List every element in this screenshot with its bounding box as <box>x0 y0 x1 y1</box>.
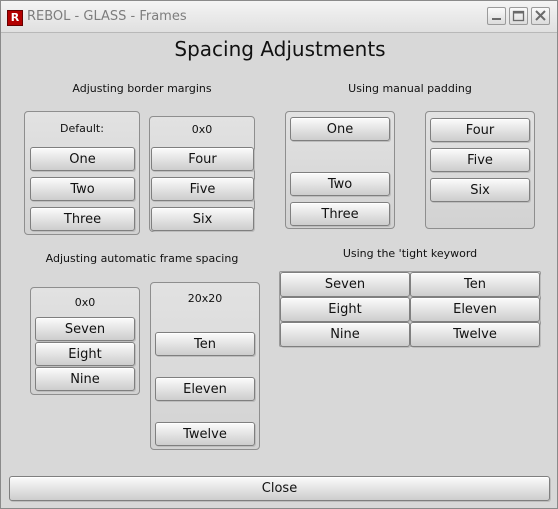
button-five[interactable]: Five <box>430 148 530 172</box>
panel-label: Default: <box>60 122 104 135</box>
button-twelve[interactable]: Twelve <box>155 422 255 446</box>
section-label-manual-padding: Using manual padding <box>348 82 472 95</box>
button-eight[interactable]: Eight <box>280 297 410 322</box>
maximize-button[interactable] <box>509 7 528 25</box>
button-nine[interactable]: Nine <box>280 322 410 347</box>
panel-label: 0x0 <box>74 296 96 309</box>
title-bar[interactable]: R REBOL - GLASS - Frames <box>1 1 557 33</box>
button-eight[interactable]: Eight <box>35 342 135 366</box>
section-label-tight: Using the 'tight keyword <box>342 247 478 260</box>
button-seven[interactable]: Seven <box>280 272 410 297</box>
window-title: REBOL - GLASS - Frames <box>27 9 187 24</box>
button-eleven[interactable]: Eleven <box>410 297 540 322</box>
button-four[interactable]: Four <box>151 147 254 171</box>
button-one[interactable]: One <box>30 147 135 171</box>
button-three[interactable]: Three <box>290 202 390 226</box>
button-one[interactable]: One <box>290 117 390 141</box>
tight-panel: Seven Ten Eight Eleven Nine Twelve <box>279 271 541 347</box>
button-four[interactable]: Four <box>430 118 530 142</box>
button-seven[interactable]: Seven <box>35 317 135 341</box>
manual-padding-right-panel: Four Five Six <box>425 111 535 229</box>
button-twelve[interactable]: Twelve <box>410 322 540 347</box>
button-six[interactable]: Six <box>430 178 530 202</box>
default-margin-panel: Default: One Two Three <box>24 111 140 235</box>
button-six[interactable]: Six <box>151 207 254 231</box>
minimize-icon <box>492 18 501 20</box>
maximize-icon <box>512 10 525 22</box>
button-ten[interactable]: Ten <box>155 332 255 356</box>
page-title: Spacing Adjustments <box>174 37 386 61</box>
manual-padding-left-panel: One Two Three <box>285 111 395 229</box>
close-window-button[interactable] <box>531 7 550 25</box>
button-eleven[interactable]: Eleven <box>155 377 255 401</box>
section-label-border-margins: Adjusting border margins <box>72 82 212 95</box>
rebol-app-icon: R <box>7 10 23 26</box>
button-nine[interactable]: Nine <box>35 367 135 391</box>
zero-margin-panel: 0x0 Four Five Six <box>149 116 255 232</box>
button-two[interactable]: Two <box>290 172 390 196</box>
close-button[interactable]: Close <box>9 476 550 501</box>
auto-spacing-left-panel: 0x0 Seven Eight Nine <box>30 287 140 395</box>
minimize-button[interactable] <box>487 7 506 25</box>
auto-spacing-right-panel: 20x20 Ten Eleven Twelve <box>150 282 260 450</box>
panel-label: 20x20 <box>187 292 223 305</box>
button-ten[interactable]: Ten <box>410 272 540 297</box>
section-label-auto-spacing: Adjusting automatic frame spacing <box>45 252 239 265</box>
close-icon <box>535 10 546 21</box>
button-two[interactable]: Two <box>30 177 135 201</box>
panel-label: 0x0 <box>191 123 213 136</box>
app-window: R REBOL - GLASS - Frames Spacing Adjustm… <box>0 0 558 509</box>
button-three[interactable]: Three <box>30 207 135 231</box>
button-five[interactable]: Five <box>151 177 254 201</box>
